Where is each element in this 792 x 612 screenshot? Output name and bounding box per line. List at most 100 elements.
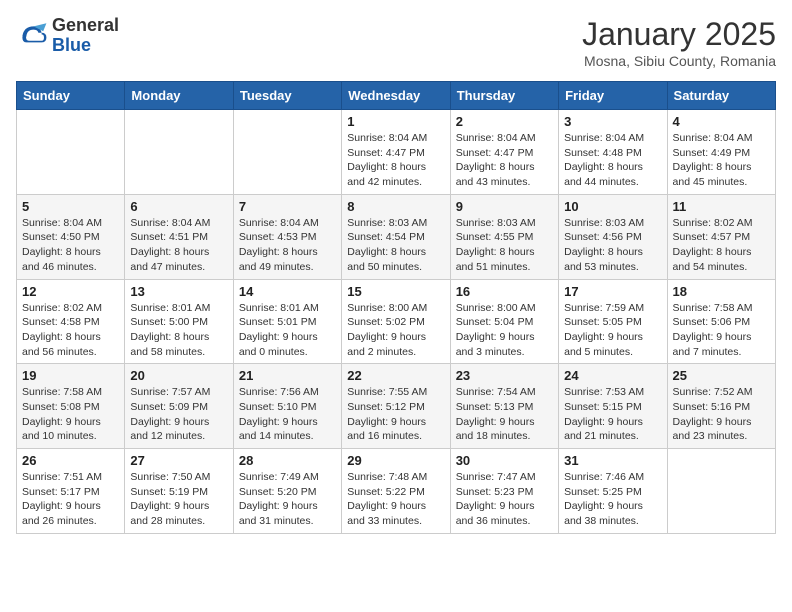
day-info: Sunrise: 8:03 AMSunset: 4:54 PMDaylight:… <box>347 216 444 275</box>
month-title: January 2025 <box>582 16 776 53</box>
calendar-cell: 7 Sunrise: 8:04 AMSunset: 4:53 PMDaylight… <box>233 194 341 279</box>
calendar-cell: 20 Sunrise: 7:57 AMSunset: 5:09 PMDayligh… <box>125 364 233 449</box>
day-number: 25 <box>673 368 770 383</box>
logo: General Blue <box>16 16 119 56</box>
calendar-cell <box>125 110 233 195</box>
day-info: Sunrise: 7:52 AMSunset: 5:16 PMDaylight:… <box>673 385 770 444</box>
day-info: Sunrise: 8:03 AMSunset: 4:56 PMDaylight:… <box>564 216 661 275</box>
calendar-cell: 24 Sunrise: 7:53 AMSunset: 5:15 PMDayligh… <box>559 364 667 449</box>
day-info: Sunrise: 8:02 AMSunset: 4:57 PMDaylight:… <box>673 216 770 275</box>
day-header-sunday: Sunday <box>17 82 125 110</box>
day-number: 11 <box>673 199 770 214</box>
day-header-saturday: Saturday <box>667 82 775 110</box>
calendar-cell: 23 Sunrise: 7:54 AMSunset: 5:13 PMDayligh… <box>450 364 558 449</box>
calendar-cell: 17 Sunrise: 7:59 AMSunset: 5:05 PMDayligh… <box>559 279 667 364</box>
day-info: Sunrise: 7:54 AMSunset: 5:13 PMDaylight:… <box>456 385 553 444</box>
day-info: Sunrise: 8:00 AMSunset: 5:04 PMDaylight:… <box>456 301 553 360</box>
day-number: 14 <box>239 284 336 299</box>
location-text: Mosna, Sibiu County, Romania <box>582 53 776 69</box>
day-info: Sunrise: 7:57 AMSunset: 5:09 PMDaylight:… <box>130 385 227 444</box>
calendar-cell: 8 Sunrise: 8:03 AMSunset: 4:54 PMDaylight… <box>342 194 450 279</box>
day-info: Sunrise: 7:58 AMSunset: 5:08 PMDaylight:… <box>22 385 119 444</box>
day-info: Sunrise: 8:04 AMSunset: 4:47 PMDaylight:… <box>456 131 553 190</box>
day-info: Sunrise: 8:04 AMSunset: 4:48 PMDaylight:… <box>564 131 661 190</box>
day-number: 23 <box>456 368 553 383</box>
calendar-week-1: 1Sunrise: 8:04 AMSunset: 4:47 PMDaylight… <box>17 110 776 195</box>
day-info: Sunrise: 7:55 AMSunset: 5:12 PMDaylight:… <box>347 385 444 444</box>
day-number: 17 <box>564 284 661 299</box>
calendar-week-4: 19 Sunrise: 7:58 AMSunset: 5:08 PMDayligh… <box>17 364 776 449</box>
day-info: Sunrise: 8:02 AMSunset: 4:58 PMDaylight:… <box>22 301 119 360</box>
day-header-tuesday: Tuesday <box>233 82 341 110</box>
calendar-cell: 22Sunrise: 7:55 AMSunset: 5:12 PMDayligh… <box>342 364 450 449</box>
calendar-cell: 5Sunrise: 8:04 AMSunset: 4:50 PMDaylight… <box>17 194 125 279</box>
day-info: Sunrise: 8:04 AMSunset: 4:49 PMDaylight:… <box>673 131 770 190</box>
calendar-week-3: 12 Sunrise: 8:02 AMSunset: 4:58 PMDayligh… <box>17 279 776 364</box>
day-number: 19 <box>22 368 119 383</box>
calendar-cell: 26Sunrise: 7:51 AMSunset: 5:17 PMDayligh… <box>17 449 125 534</box>
day-info: Sunrise: 7:58 AMSunset: 5:06 PMDaylight:… <box>673 301 770 360</box>
calendar-week-5: 26Sunrise: 7:51 AMSunset: 5:17 PMDayligh… <box>17 449 776 534</box>
day-info: Sunrise: 8:03 AMSunset: 4:55 PMDaylight:… <box>456 216 553 275</box>
calendar-cell: 21 Sunrise: 7:56 AMSunset: 5:10 PMDayligh… <box>233 364 341 449</box>
calendar-cell: 30 Sunrise: 7:47 AMSunset: 5:23 PMDayligh… <box>450 449 558 534</box>
day-info: Sunrise: 8:04 AMSunset: 4:50 PMDaylight:… <box>22 216 119 275</box>
calendar-cell <box>17 110 125 195</box>
calendar-cell: 1Sunrise: 8:04 AMSunset: 4:47 PMDaylight… <box>342 110 450 195</box>
day-number: 3 <box>564 114 661 129</box>
calendar-cell: 18Sunrise: 7:58 AMSunset: 5:06 PMDayligh… <box>667 279 775 364</box>
day-number: 2 <box>456 114 553 129</box>
day-number: 8 <box>347 199 444 214</box>
calendar-cell: 10 Sunrise: 8:03 AMSunset: 4:56 PMDayligh… <box>559 194 667 279</box>
day-info: Sunrise: 8:04 AMSunset: 4:51 PMDaylight:… <box>130 216 227 275</box>
day-info: Sunrise: 7:53 AMSunset: 5:15 PMDaylight:… <box>564 385 661 444</box>
calendar-cell: 12 Sunrise: 8:02 AMSunset: 4:58 PMDayligh… <box>17 279 125 364</box>
calendar-cell: 9Sunrise: 8:03 AMSunset: 4:55 PMDaylight… <box>450 194 558 279</box>
day-header-monday: Monday <box>125 82 233 110</box>
day-header-thursday: Thursday <box>450 82 558 110</box>
calendar-cell: 13Sunrise: 8:01 AMSunset: 5:00 PMDayligh… <box>125 279 233 364</box>
calendar-cell: 14Sunrise: 8:01 AMSunset: 5:01 PMDayligh… <box>233 279 341 364</box>
day-number: 7 <box>239 199 336 214</box>
day-info: Sunrise: 7:56 AMSunset: 5:10 PMDaylight:… <box>239 385 336 444</box>
day-number: 20 <box>130 368 227 383</box>
calendar-cell: 29Sunrise: 7:48 AMSunset: 5:22 PMDayligh… <box>342 449 450 534</box>
day-number: 28 <box>239 453 336 468</box>
calendar-table: SundayMondayTuesdayWednesdayThursdayFrid… <box>16 81 776 534</box>
calendar-cell: 16 Sunrise: 8:00 AMSunset: 5:04 PMDayligh… <box>450 279 558 364</box>
day-number: 12 <box>22 284 119 299</box>
calendar-cell: 15 Sunrise: 8:00 AMSunset: 5:02 PMDayligh… <box>342 279 450 364</box>
calendar-cell: 2 Sunrise: 8:04 AMSunset: 4:47 PMDaylight… <box>450 110 558 195</box>
day-number: 24 <box>564 368 661 383</box>
day-info: Sunrise: 8:04 AMSunset: 4:53 PMDaylight:… <box>239 216 336 275</box>
day-info: Sunrise: 7:47 AMSunset: 5:23 PMDaylight:… <box>456 470 553 529</box>
logo-general-text: General <box>52 16 119 36</box>
day-number: 31 <box>564 453 661 468</box>
day-number: 16 <box>456 284 553 299</box>
day-info: Sunrise: 7:49 AMSunset: 5:20 PMDaylight:… <box>239 470 336 529</box>
logo-text: General Blue <box>52 16 119 56</box>
page-header: General Blue January 2025 Mosna, Sibiu C… <box>16 16 776 69</box>
calendar-cell: 3 Sunrise: 8:04 AMSunset: 4:48 PMDaylight… <box>559 110 667 195</box>
calendar-cell: 27 Sunrise: 7:50 AMSunset: 5:19 PMDayligh… <box>125 449 233 534</box>
day-number: 6 <box>130 199 227 214</box>
calendar-cell: 28 Sunrise: 7:49 AMSunset: 5:20 PMDayligh… <box>233 449 341 534</box>
day-info: Sunrise: 7:50 AMSunset: 5:19 PMDaylight:… <box>130 470 227 529</box>
day-number: 13 <box>130 284 227 299</box>
day-number: 10 <box>564 199 661 214</box>
day-number: 4 <box>673 114 770 129</box>
day-header-friday: Friday <box>559 82 667 110</box>
day-info: Sunrise: 8:00 AMSunset: 5:02 PMDaylight:… <box>347 301 444 360</box>
day-number: 26 <box>22 453 119 468</box>
logo-blue-text: Blue <box>52 36 119 56</box>
calendar-cell: 25 Sunrise: 7:52 AMSunset: 5:16 PMDayligh… <box>667 364 775 449</box>
day-info: Sunrise: 7:59 AMSunset: 5:05 PMDaylight:… <box>564 301 661 360</box>
calendar-cell: 31Sunrise: 7:46 AMSunset: 5:25 PMDayligh… <box>559 449 667 534</box>
day-number: 21 <box>239 368 336 383</box>
day-number: 29 <box>347 453 444 468</box>
day-number: 30 <box>456 453 553 468</box>
day-number: 27 <box>130 453 227 468</box>
day-number: 15 <box>347 284 444 299</box>
title-block: January 2025 Mosna, Sibiu County, Romani… <box>582 16 776 69</box>
calendar-cell <box>233 110 341 195</box>
